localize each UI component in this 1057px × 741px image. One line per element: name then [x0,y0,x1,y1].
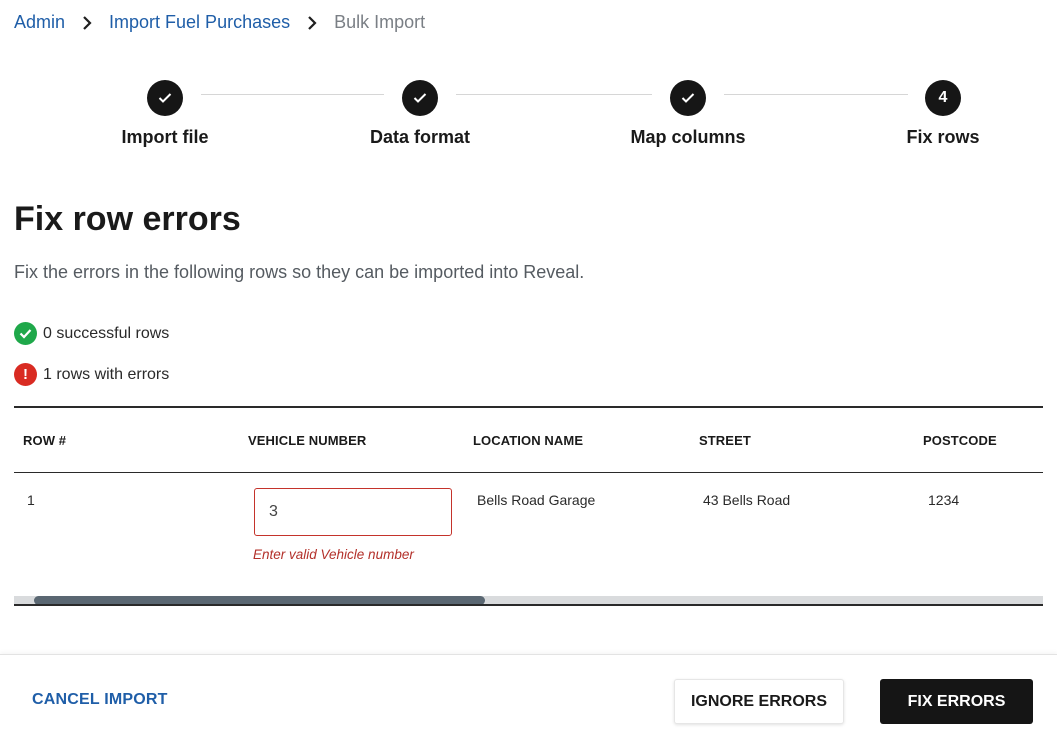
step-map-columns: Map columns [608,80,768,148]
column-header-postcode: POSTCODE [923,433,997,448]
column-header-street: STREET [699,433,751,448]
step-label: Import file [121,127,209,147]
column-header-location-name: LOCATION NAME [473,433,584,448]
step-data-format: Data format [340,80,500,148]
errors-table: ROW # VEHICLE NUMBER LOCATION NAME STREE… [14,406,1043,606]
step-label: Map columns [630,127,746,147]
postcode-cell: 1234 [928,492,960,508]
step-label: Fix rows [906,127,980,147]
chevron-right-icon [65,12,109,33]
fix-errors-button[interactable]: FIX ERRORS [880,679,1033,724]
breadcrumb-import-fuel-purchases-link[interactable]: Import Fuel Purchases [109,12,290,33]
check-circle-icon [14,322,37,345]
import-stepper: Import file Data format Map columns 4 Fi… [0,80,1057,160]
vehicle-number-error: Enter valid Vehicle number [253,547,414,562]
check-icon [147,80,183,116]
scrollbar-thumb[interactable] [34,596,485,604]
step-fix-rows: 4 Fix rows [863,80,1023,148]
ignore-errors-button[interactable]: IGNORE ERRORS [674,679,844,724]
check-icon [402,80,438,116]
table-header: ROW # VEHICLE NUMBER LOCATION NAME STREE… [14,408,1043,473]
column-header-vehicle-number: VEHICLE NUMBER [248,433,367,448]
footer-action-bar: CANCEL IMPORT IGNORE ERRORS FIX ERRORS [0,654,1057,741]
breadcrumb-admin-link[interactable]: Admin [14,12,65,33]
page-subtitle: Fix the errors in the following rows so … [14,262,585,282]
row-number-cell: 1 [27,492,35,508]
error-summary: ! 1 rows with errors [14,363,169,386]
check-icon [670,80,706,116]
breadcrumb-current: Bulk Import [334,12,426,32]
success-summary: 0 successful rows [14,322,169,345]
error-count-text: 1 rows with errors [43,365,170,383]
step-number: 4 [925,80,961,116]
vehicle-number-input[interactable] [254,488,452,536]
street-cell: 43 Bells Road [703,492,791,508]
breadcrumb: Admin Import Fuel Purchases Bulk Import [14,12,425,33]
location-name-cell: Bells Road Garage [477,492,596,508]
exclamation-circle-icon: ! [14,363,37,386]
chevron-right-icon [290,12,334,33]
page-title: Fix row errors [14,200,241,238]
step-label: Data format [369,127,471,147]
cancel-import-button[interactable]: CANCEL IMPORT [32,691,168,709]
success-count-text: 0 successful rows [43,324,170,342]
step-import-file: Import file [85,80,245,148]
column-header-row-number: ROW # [23,433,67,448]
horizontal-scrollbar[interactable] [14,596,1043,604]
